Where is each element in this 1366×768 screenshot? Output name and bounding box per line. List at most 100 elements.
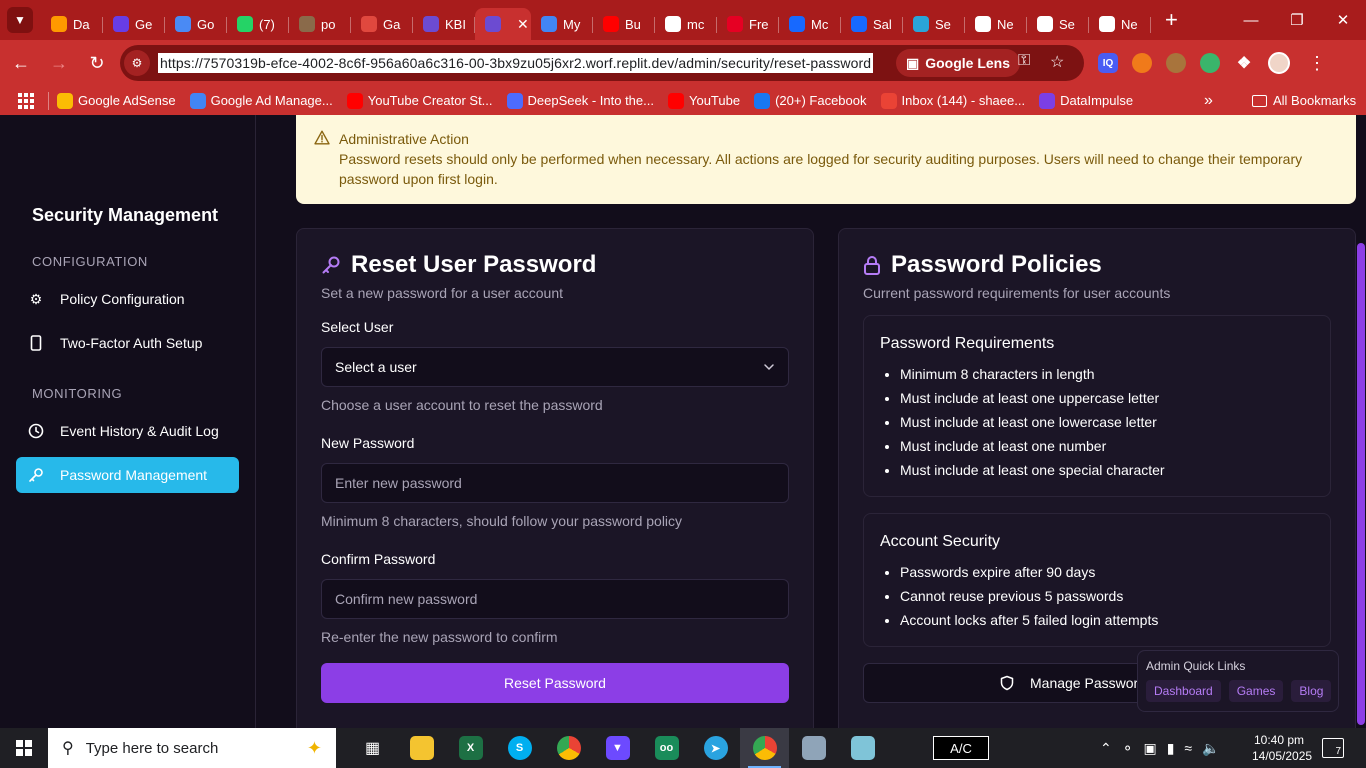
bookmark-item[interactable]: YouTube Creator St... — [346, 92, 493, 109]
minimize-button[interactable]: — — [1228, 0, 1274, 40]
reset-password-card: Reset User Password Set a new password f… — [296, 228, 814, 728]
alert-text: Password resets should only be performed… — [339, 151, 1303, 187]
puzzle-icon[interactable]: ❖ — [1234, 53, 1254, 73]
sidebar-item-event-history[interactable]: Event History & Audit Log — [16, 413, 239, 449]
sidebar-item-password-management[interactable]: Password Management — [16, 457, 239, 493]
bookmark-item[interactable]: Google AdSense — [57, 92, 176, 109]
bookmark-item[interactable]: Inbox (144) - shaee... — [880, 92, 1025, 109]
password-key-icon[interactable]: ⚿ — [1018, 52, 1030, 70]
skype-button[interactable]: S — [495, 728, 544, 768]
back-button[interactable]: ← — [4, 46, 38, 80]
bookmark-item[interactable]: YouTube — [667, 92, 740, 109]
browser-tab[interactable]: Se — [903, 8, 965, 40]
file-explorer-button[interactable] — [397, 728, 446, 768]
chrome-active-button[interactable] — [740, 728, 789, 768]
extensions-area: IQ ❖ ⋮ — [1098, 40, 1326, 86]
bookmark-item[interactable]: DeepSeek - Into the... — [506, 92, 654, 109]
browser-tab[interactable]: Da — [41, 8, 103, 40]
bookmark-favicon-icon — [346, 92, 363, 109]
sidebar-item-two-factor[interactable]: Two-Factor Auth Setup — [16, 325, 239, 361]
sidebar-item-policy-configuration[interactable]: ⚙ Policy Configuration — [16, 281, 239, 317]
confirm-password-input[interactable] — [321, 579, 789, 619]
new-password-input[interactable] — [321, 463, 789, 503]
browser-tab[interactable]: mc — [655, 8, 717, 40]
browser-tab[interactable]: po — [289, 8, 351, 40]
bookmark-item[interactable]: DataImpulse — [1039, 92, 1133, 109]
bookmarks-overflow-button[interactable]: » — [1204, 92, 1213, 110]
extension-icon-2[interactable] — [1132, 53, 1152, 73]
bookmark-star-icon[interactable]: ☆ — [1050, 52, 1064, 72]
excel-button[interactable]: X — [446, 728, 495, 768]
quick-link-blog[interactable]: Blog — [1291, 680, 1332, 702]
photos-button[interactable] — [789, 728, 838, 768]
alert-title: Administrative Action — [339, 131, 469, 147]
browser-tab[interactable]: (7) — [227, 8, 289, 40]
address-bar[interactable]: ⚙ https://7570319b-efce-4002-8c6f-956a60… — [120, 45, 1084, 81]
cookie-icon[interactable] — [1166, 53, 1186, 73]
google-lens-button[interactable]: ▣ Google Lens — [896, 49, 1021, 77]
close-tab-icon[interactable]: ✕ — [517, 16, 529, 33]
url-text[interactable]: https://7570319b-efce-4002-8c6f-956a60a6… — [158, 53, 874, 73]
browser-tab[interactable]: My — [531, 8, 593, 40]
proton-vpn-button[interactable]: ▼ — [593, 728, 642, 768]
menu-kebab-icon[interactable]: ⋮ — [1308, 53, 1326, 74]
clock-time: 10:40 pm — [1253, 733, 1305, 747]
bookmark-favicon-icon — [189, 92, 206, 109]
tab-search-button[interactable]: ▼ — [7, 7, 33, 33]
telegram-button[interactable]: ➤ — [691, 728, 740, 768]
quick-link-dashboard[interactable]: Dashboard — [1146, 680, 1221, 702]
task-view-button[interactable]: ▦ — [348, 728, 397, 768]
chevron-up-icon[interactable]: ⌃ — [1100, 740, 1112, 757]
browser-tab[interactable]: KBI — [413, 8, 475, 40]
account-security-box: Account Security Passwords expire after … — [863, 513, 1331, 647]
battery-icon[interactable]: ▮ — [1167, 740, 1175, 757]
bookmark-item[interactable]: (20+) Facebook — [754, 92, 867, 109]
requirements-list: Minimum 8 characters in length Must incl… — [900, 362, 1165, 482]
forward-button[interactable]: → — [42, 46, 76, 80]
excel-icon: X — [458, 736, 483, 760]
browser-tab[interactable]: Ne — [1089, 8, 1151, 40]
browser-tab[interactable]: Sal — [841, 8, 903, 40]
extension-icon-1[interactable]: IQ — [1098, 53, 1118, 73]
chrome-button[interactable] — [544, 728, 593, 768]
gameloop-button[interactable]: oo — [642, 728, 691, 768]
notification-center-button[interactable]: 7 — [1322, 738, 1344, 758]
restore-button[interactable]: ❐ — [1274, 0, 1320, 40]
new-tab-button[interactable]: + — [1165, 9, 1178, 31]
taskbar-clock[interactable]: 10:40 pm 14/05/2025 — [1252, 732, 1312, 764]
scrollbar-thumb[interactable] — [1357, 243, 1365, 725]
bookmark-label: Google AdSense — [78, 93, 176, 108]
volume-icon[interactable]: 🔈 — [1202, 740, 1219, 757]
browser-tab[interactable]: Ne — [965, 8, 1027, 40]
security-icon[interactable]: ▣ — [1143, 740, 1156, 757]
lock-icon — [864, 256, 880, 275]
start-button[interactable] — [0, 728, 48, 768]
browser-tab[interactable]: Ge — [103, 8, 165, 40]
scrollbar[interactable] — [1356, 115, 1366, 728]
browser-tab[interactable]: Se — [1027, 8, 1089, 40]
all-bookmarks-button[interactable]: All Bookmarks — [1252, 93, 1356, 108]
site-info-icon[interactable]: ⚙ — [124, 50, 150, 76]
ac-indicator[interactable]: A/C — [933, 736, 989, 760]
reset-password-button[interactable]: Reset Password — [321, 663, 789, 703]
taskbar-search[interactable]: ⚲ Type here to search ✦ — [48, 728, 336, 768]
browser-tab[interactable]: Fre — [717, 8, 779, 40]
wifi-icon[interactable]: ≈ — [1184, 740, 1192, 756]
apps-grid-icon[interactable] — [18, 92, 34, 109]
browser-tab[interactable]: Ga — [351, 8, 413, 40]
network-icon[interactable]: ⚬ — [1122, 740, 1134, 757]
browser-tab-active[interactable]: ✕ — [475, 8, 531, 40]
account-security-title: Account Security — [880, 533, 1001, 550]
browser-tab[interactable]: Bu — [593, 8, 655, 40]
bookmark-item[interactable]: Google Ad Manage... — [189, 92, 333, 109]
quick-link-games[interactable]: Games — [1228, 680, 1284, 702]
reload-button[interactable]: ↻ — [80, 46, 114, 80]
select-user-dropdown[interactable]: Select a user — [321, 347, 789, 387]
browser-tab[interactable]: Go — [165, 8, 227, 40]
browser-tab[interactable]: Mc — [779, 8, 841, 40]
gameloop-icon: oo — [654, 736, 679, 760]
extension-icon-4[interactable] — [1200, 53, 1220, 73]
profile-avatar[interactable] — [1268, 52, 1290, 74]
app-button[interactable] — [838, 728, 887, 768]
close-window-button[interactable]: ✕ — [1320, 0, 1366, 40]
